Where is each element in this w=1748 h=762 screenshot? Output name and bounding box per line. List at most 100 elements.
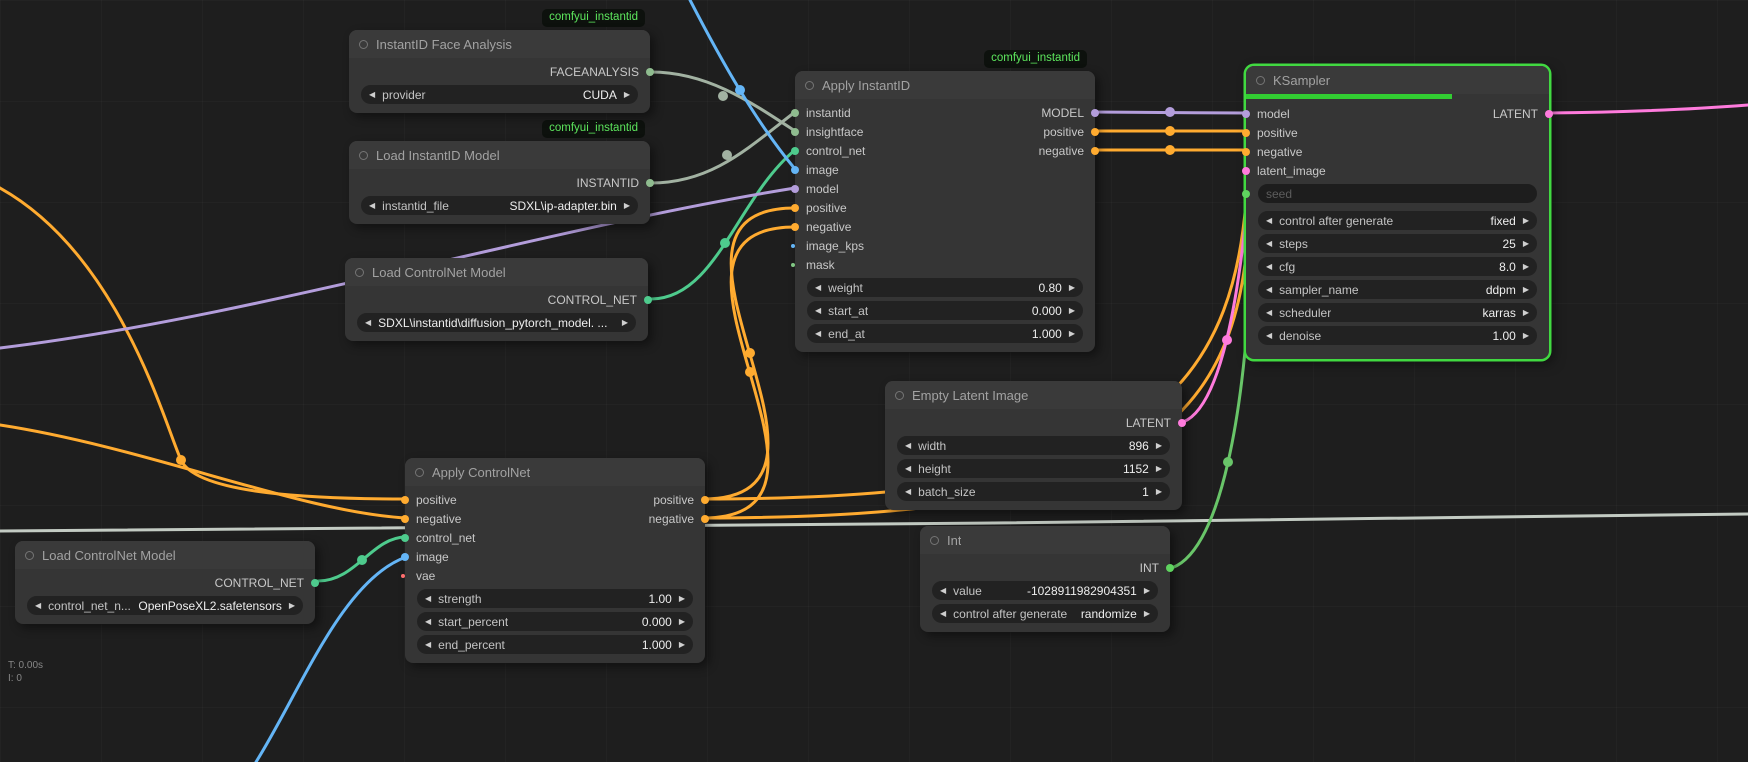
combo-left-icon[interactable]: ◀ <box>425 641 431 649</box>
node-instantid-face-analysis[interactable]: InstantID Face Analysis FACEANALYSIS ◀ p… <box>349 30 650 113</box>
combo-left-icon[interactable]: ◀ <box>905 488 911 496</box>
widget-control-net-name[interactable]: ◀ control_net_n... OpenPoseXL2.safetenso… <box>27 596 303 615</box>
output-slot-model[interactable] <box>1091 109 1099 117</box>
widget-batch-size[interactable]: ◀ batch_size 1 ▶ <box>897 482 1170 501</box>
combo-left-icon[interactable]: ◀ <box>940 587 946 595</box>
node-load-instantid-model[interactable]: Load InstantID Model INSTANTID ◀ instant… <box>349 141 650 224</box>
combo-right-icon[interactable]: ▶ <box>1069 307 1075 315</box>
combo-right-icon[interactable]: ▶ <box>1523 286 1529 294</box>
input-slot-mask[interactable] <box>791 263 795 267</box>
node-load-controlnet-model-instantid[interactable]: Load ControlNet Model CONTROL_NET ◀ SDXL… <box>345 258 648 341</box>
node-int[interactable]: Int INT ◀ value -1028911982904351 ▶ ◀ co… <box>920 526 1170 632</box>
input-slot-control-net[interactable] <box>401 534 409 542</box>
combo-right-icon[interactable]: ▶ <box>1523 332 1529 340</box>
widget-denoise[interactable]: ◀ denoise 1.00 ▶ <box>1258 326 1537 345</box>
node-ksampler[interactable]: KSampler model LATENT positive negative … <box>1246 66 1549 359</box>
input-slot-seed[interactable] <box>1242 190 1250 198</box>
widget-instantid-file[interactable]: ◀ instantid_file SDXL\ip-adapter.bin ▶ <box>361 196 638 215</box>
widget-strength[interactable]: ◀ strength 1.00 ▶ <box>417 589 693 608</box>
widget-end-percent[interactable]: ◀ end_percent 1.000 ▶ <box>417 635 693 654</box>
node-title-bar[interactable]: Int <box>920 526 1170 554</box>
combo-right-icon[interactable]: ▶ <box>679 618 685 626</box>
collapse-dot-icon[interactable] <box>355 268 364 277</box>
combo-right-icon[interactable]: ▶ <box>624 91 630 99</box>
combo-left-icon[interactable]: ◀ <box>905 465 911 473</box>
combo-right-icon[interactable]: ▶ <box>1523 240 1529 248</box>
combo-left-icon[interactable]: ◀ <box>815 284 821 292</box>
widget-sampler-name[interactable]: ◀ sampler_name ddpm ▶ <box>1258 280 1537 299</box>
combo-right-icon[interactable]: ▶ <box>624 202 630 210</box>
output-slot-int[interactable] <box>1166 564 1174 572</box>
combo-left-icon[interactable]: ◀ <box>425 618 431 626</box>
combo-right-icon[interactable]: ▶ <box>1144 587 1150 595</box>
combo-right-icon[interactable]: ▶ <box>622 319 628 327</box>
widget-provider[interactable]: ◀ provider CUDA ▶ <box>361 85 638 104</box>
input-slot-instantid[interactable] <box>791 109 799 117</box>
combo-right-icon[interactable]: ▶ <box>679 641 685 649</box>
input-slot-vae[interactable] <box>401 574 405 578</box>
collapse-dot-icon[interactable] <box>1256 76 1265 85</box>
input-slot-control-net[interactable] <box>791 147 799 155</box>
node-load-controlnet-model-openpose[interactable]: Load ControlNet Model CONTROL_NET ◀ cont… <box>15 541 315 624</box>
combo-left-icon[interactable]: ◀ <box>1266 217 1272 225</box>
combo-left-icon[interactable]: ◀ <box>815 330 821 338</box>
output-slot-latent[interactable] <box>1178 419 1186 427</box>
widget-weight[interactable]: ◀ weight 0.80 ▶ <box>807 278 1083 297</box>
combo-right-icon[interactable]: ▶ <box>1069 330 1075 338</box>
collapse-dot-icon[interactable] <box>359 40 368 49</box>
combo-right-icon[interactable]: ▶ <box>1156 465 1162 473</box>
combo-left-icon[interactable]: ◀ <box>905 442 911 450</box>
input-slot-positive[interactable] <box>401 496 409 504</box>
combo-right-icon[interactable]: ▶ <box>679 595 685 603</box>
combo-right-icon[interactable]: ▶ <box>1156 442 1162 450</box>
node-title-bar[interactable]: KSampler <box>1246 66 1549 94</box>
combo-right-icon[interactable]: ▶ <box>1144 610 1150 618</box>
input-slot-positive[interactable] <box>791 204 799 212</box>
collapse-dot-icon[interactable] <box>359 151 368 160</box>
combo-right-icon[interactable]: ▶ <box>1523 263 1529 271</box>
widget-value[interactable]: ◀ value -1028911982904351 ▶ <box>932 581 1158 600</box>
output-slot-control-net[interactable] <box>311 579 319 587</box>
combo-left-icon[interactable]: ◀ <box>1266 332 1272 340</box>
node-title-bar[interactable]: InstantID Face Analysis <box>349 30 650 58</box>
input-slot-latent-image[interactable] <box>1242 167 1250 175</box>
combo-right-icon[interactable]: ▶ <box>1156 488 1162 496</box>
output-slot-faceanalysis[interactable] <box>646 68 654 76</box>
node-apply-instantid[interactable]: Apply InstantID instantid MODEL insightf… <box>795 71 1095 352</box>
node-empty-latent-image[interactable]: Empty Latent Image LATENT ◀ width 896 ▶ … <box>885 381 1182 510</box>
output-slot-positive[interactable] <box>1091 128 1099 136</box>
combo-left-icon[interactable]: ◀ <box>1266 263 1272 271</box>
combo-left-icon[interactable]: ◀ <box>369 91 375 99</box>
widget-control-after-generate[interactable]: ◀ control after generate randomize ▶ <box>932 604 1158 623</box>
collapse-dot-icon[interactable] <box>415 468 424 477</box>
widget-steps[interactable]: ◀ steps 25 ▶ <box>1258 234 1537 253</box>
widget-scheduler[interactable]: ◀ scheduler karras ▶ <box>1258 303 1537 322</box>
output-slot-negative[interactable] <box>1091 147 1099 155</box>
input-slot-negative[interactable] <box>401 515 409 523</box>
input-slot-positive[interactable] <box>1242 129 1250 137</box>
combo-left-icon[interactable]: ◀ <box>815 307 821 315</box>
combo-right-icon[interactable]: ▶ <box>1523 217 1529 225</box>
output-slot-negative[interactable] <box>701 515 709 523</box>
output-slot-latent[interactable] <box>1545 110 1553 118</box>
node-title-bar[interactable]: Empty Latent Image <box>885 381 1182 409</box>
output-slot-instantid[interactable] <box>646 179 654 187</box>
node-apply-controlnet[interactable]: Apply ControlNet positive positive negat… <box>405 458 705 663</box>
widget-start-percent[interactable]: ◀ start_percent 0.000 ▶ <box>417 612 693 631</box>
node-title-bar[interactable]: Load ControlNet Model <box>15 541 315 569</box>
node-title-bar[interactable]: Apply ControlNet <box>405 458 705 486</box>
input-slot-model[interactable] <box>1242 110 1250 118</box>
collapse-dot-icon[interactable] <box>25 551 34 560</box>
widget-control-net-name[interactable]: ◀ SDXL\instantid\diffusion_pytorch_model… <box>357 313 636 332</box>
input-slot-image-kps[interactable] <box>791 244 795 248</box>
input-slot-negative[interactable] <box>1242 148 1250 156</box>
widget-start-at[interactable]: ◀ start_at 0.000 ▶ <box>807 301 1083 320</box>
node-title-bar[interactable]: Apply InstantID <box>795 71 1095 99</box>
widget-cfg[interactable]: ◀ cfg 8.0 ▶ <box>1258 257 1537 276</box>
input-slot-image[interactable] <box>401 553 409 561</box>
output-slot-positive[interactable] <box>701 496 709 504</box>
input-slot-image[interactable] <box>791 166 799 174</box>
node-graph-canvas[interactable]: comfyui_instantid comfyui_instantid comf… <box>0 0 1748 762</box>
node-title-bar[interactable]: Load ControlNet Model <box>345 258 648 286</box>
collapse-dot-icon[interactable] <box>930 536 939 545</box>
